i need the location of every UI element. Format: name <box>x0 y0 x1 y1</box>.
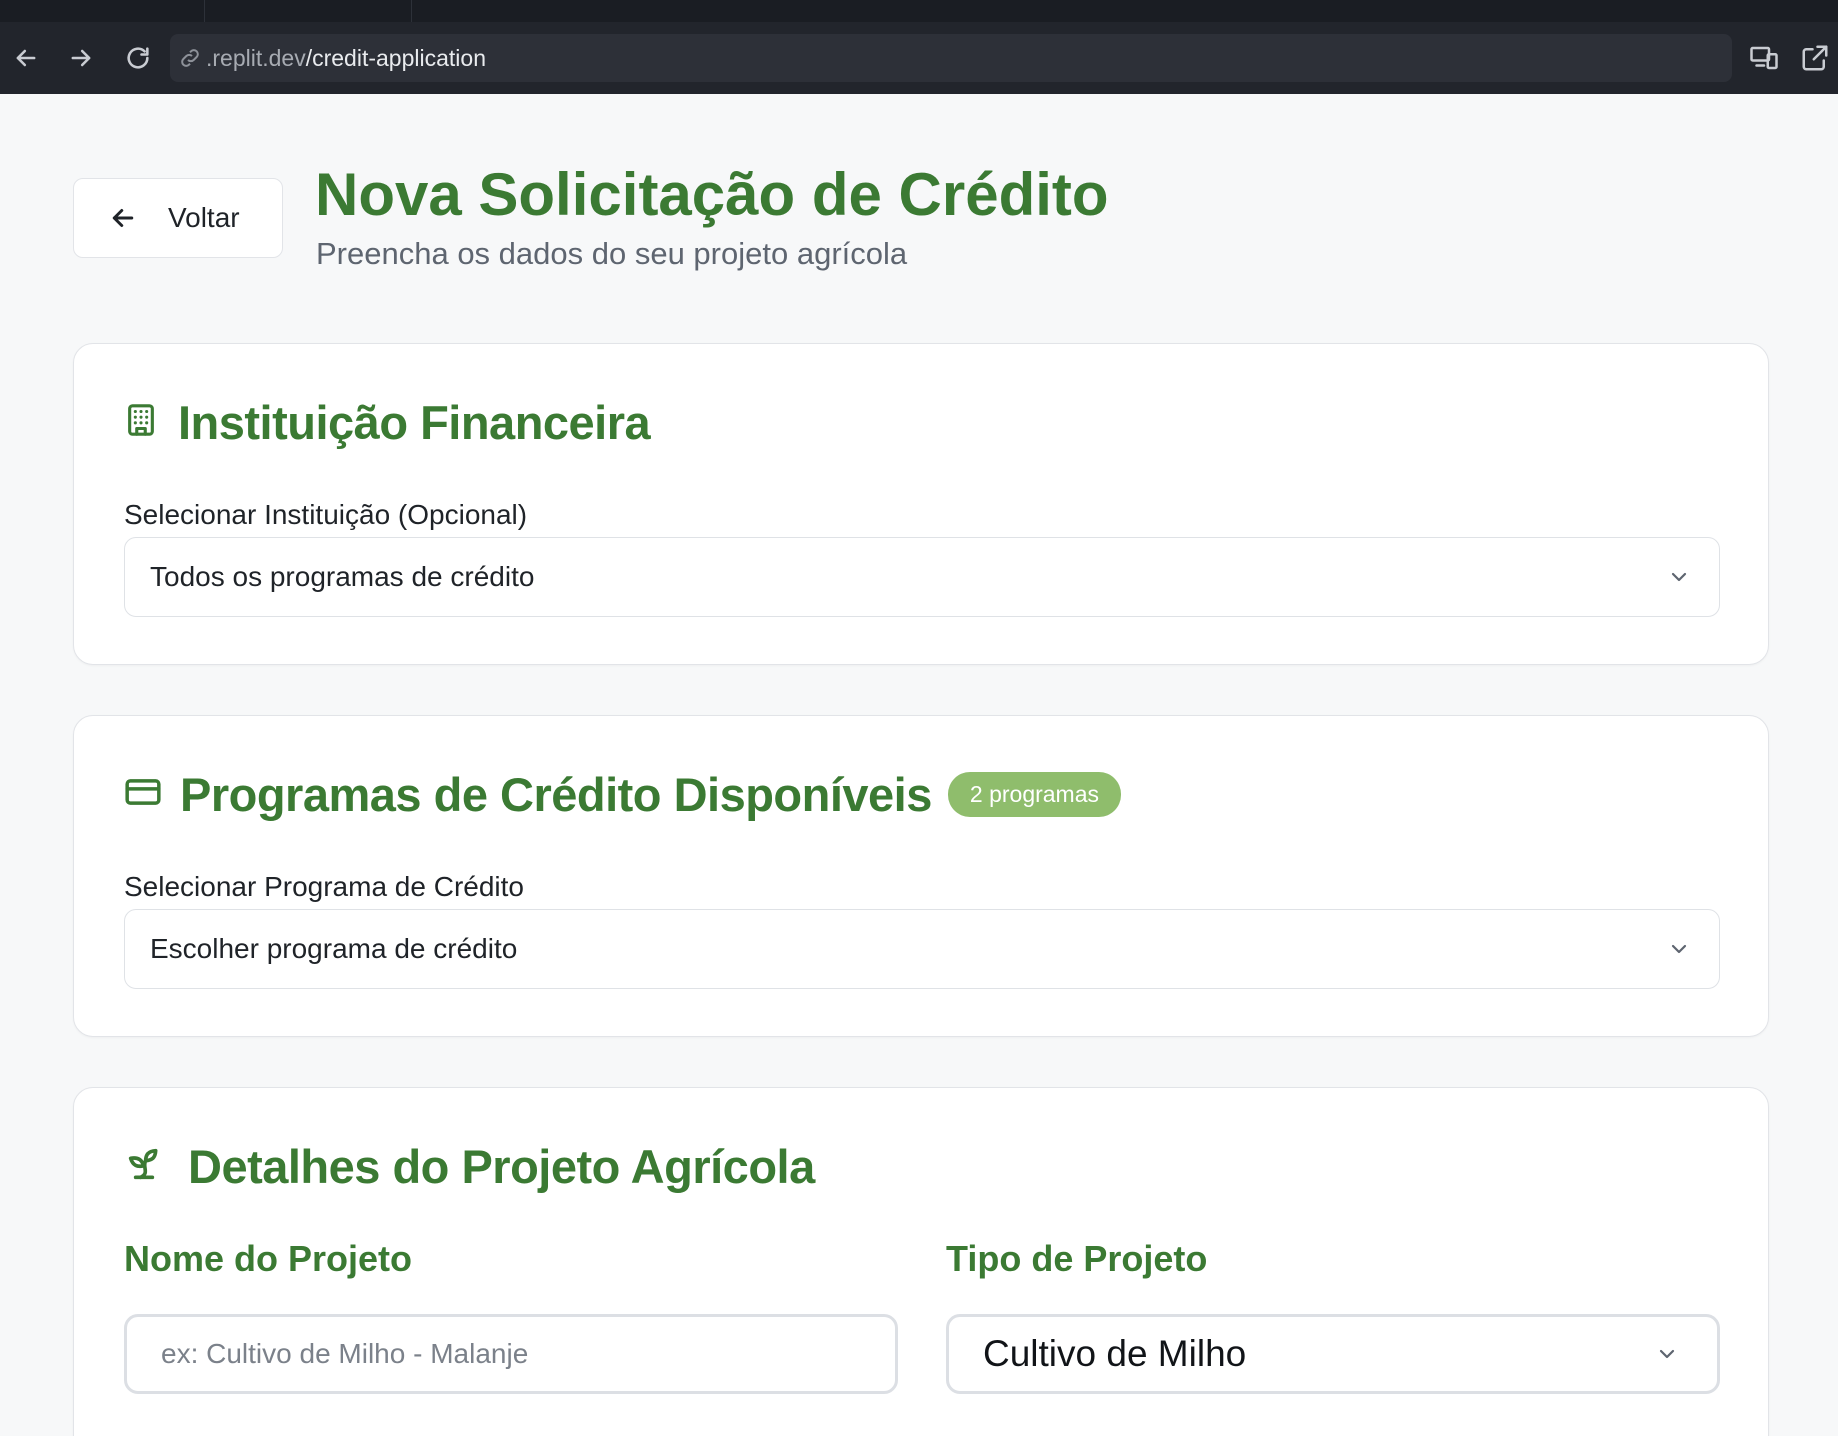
forward-arrow-icon[interactable] <box>63 40 99 76</box>
credit-program-select[interactable]: Escolher programa de crédito <box>124 909 1720 989</box>
project-details-card: Detalhes do Projeto Agrícola Nome do Pro… <box>73 1087 1769 1436</box>
credit-program-select-value: Escolher programa de crédito <box>150 933 518 964</box>
project-name-input[interactable]: ex: Cultivo de Milho - Malanje <box>124 1314 898 1394</box>
chevron-down-icon <box>1667 937 1691 961</box>
project-details-card-header: Detalhes do Projeto Agrícola <box>124 1136 815 1196</box>
credit-programs-card-header: Programas de Crédito Disponíveis 2 progr… <box>124 764 1122 824</box>
browser-tab[interactable] <box>204 0 412 22</box>
browser-toolbar: .replit.dev/credit-application <box>0 22 1838 94</box>
building-icon <box>124 400 158 445</box>
chevron-down-icon <box>1667 565 1691 589</box>
browser-tab-strip <box>0 0 1838 22</box>
programs-count-badge: 2 programas <box>947 771 1122 817</box>
institution-card-title: Instituição Financeira <box>178 395 651 449</box>
reload-icon[interactable] <box>120 40 156 76</box>
arrow-left-icon <box>112 209 134 227</box>
project-name-label: Nome do Projeto <box>124 1238 413 1279</box>
back-arrow-icon[interactable] <box>8 40 44 76</box>
link-icon <box>178 46 202 70</box>
project-type-select-value: Cultivo de Milho <box>983 1333 1247 1374</box>
chevron-down-icon <box>1655 1342 1679 1366</box>
institution-card-header: Instituição Financeira <box>124 392 651 452</box>
page-subtitle: Preencha os dados do seu projeto agrícol… <box>316 236 908 271</box>
institution-select-value: Todos os programas de crédito <box>150 561 535 592</box>
project-type-select[interactable]: Cultivo de Milho <box>946 1314 1720 1394</box>
back-button-label: Voltar <box>168 202 240 233</box>
open-external-icon[interactable] <box>1797 40 1833 76</box>
project-type-label: Tipo de Projeto <box>946 1238 1208 1279</box>
project-details-card-title: Detalhes do Projeto Agrícola <box>188 1139 815 1193</box>
credit-program-field-label: Selecionar Programa de Crédito <box>124 871 524 902</box>
institution-field-label: Selecionar Instituição (Opcional) <box>124 499 528 530</box>
page-title: Nova Solicitação de Crédito <box>315 161 1109 228</box>
url-text: .replit.dev/credit-application <box>206 44 486 71</box>
credit-programs-card-title: Programas de Crédito Disponíveis <box>180 767 932 821</box>
project-name-placeholder: ex: Cultivo de Milho - Malanje <box>161 1338 529 1369</box>
address-bar[interactable]: .replit.dev/credit-application <box>170 34 1732 82</box>
sprout-icon <box>124 1143 164 1190</box>
institution-card: Instituição Financeira Selecionar Instit… <box>73 343 1769 665</box>
back-button[interactable]: Voltar <box>73 178 283 258</box>
institution-select[interactable]: Todos os programas de crédito <box>124 537 1720 617</box>
credit-programs-card: Programas de Crédito Disponíveis 2 progr… <box>73 715 1769 1037</box>
devices-icon[interactable] <box>1746 40 1782 76</box>
credit-card-icon <box>124 773 162 816</box>
